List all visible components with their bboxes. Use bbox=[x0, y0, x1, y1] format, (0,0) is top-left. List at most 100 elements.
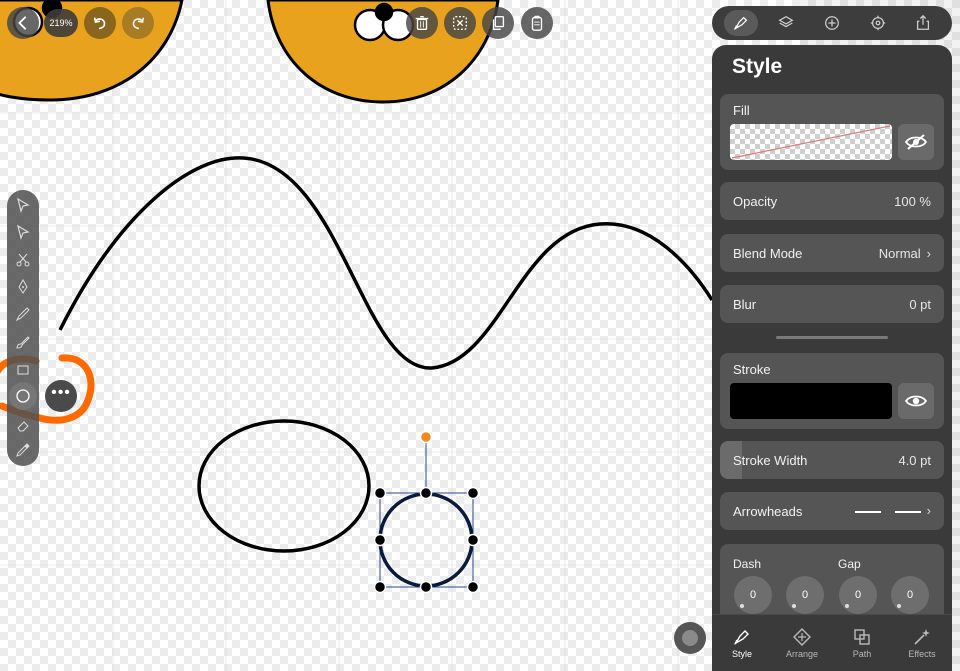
ellipse-shape[interactable] bbox=[197, 419, 371, 553]
ellipse-tool[interactable] bbox=[9, 382, 37, 410]
assistive-touch-button[interactable] bbox=[674, 622, 706, 654]
eyedropper-icon bbox=[16, 443, 30, 457]
ellipse-icon bbox=[16, 389, 30, 403]
deselect-icon bbox=[453, 16, 467, 30]
blend-mode-label: Blend Mode bbox=[733, 246, 803, 261]
tool-strip bbox=[7, 190, 39, 466]
zoom-level-badge[interactable]: 219% bbox=[44, 9, 78, 37]
delete-button[interactable] bbox=[406, 7, 438, 39]
arrange-icon bbox=[793, 628, 811, 646]
dash-label: Dash bbox=[733, 557, 762, 571]
gap-dial-1[interactable]: 0 bbox=[786, 576, 824, 614]
dash-dial-1[interactable]: 0 bbox=[734, 576, 772, 614]
effects-icon bbox=[914, 629, 930, 645]
brush-icon bbox=[16, 336, 30, 349]
select-icon bbox=[17, 197, 30, 213]
gap-dial-2[interactable]: 0 bbox=[891, 576, 929, 614]
dash-dial-1-value: 0 bbox=[749, 589, 757, 601]
direct-select-icon bbox=[17, 224, 30, 240]
chevron-right-icon: › bbox=[926, 503, 931, 518]
opacity-label: Opacity bbox=[733, 194, 778, 209]
brush-tool[interactable] bbox=[13, 332, 33, 352]
stroke-card[interactable]: Stroke bbox=[720, 353, 944, 429]
stroke-width-value: 4.0 pt bbox=[898, 453, 931, 468]
ellipsis-icon: ••• bbox=[51, 384, 71, 401]
stroke-label: Stroke bbox=[733, 362, 771, 377]
section-divider-handle[interactable] bbox=[776, 336, 888, 339]
dash-dial-2[interactable]: 0 bbox=[839, 576, 877, 614]
direct-select-tool[interactable] bbox=[13, 222, 33, 242]
fill-card[interactable]: Fill bbox=[720, 94, 944, 170]
tab-style-label: Style bbox=[731, 649, 752, 659]
fill-swatch[interactable] bbox=[730, 124, 892, 160]
rotation-handle[interactable] bbox=[419, 430, 433, 444]
arrowhead-end-line bbox=[894, 510, 921, 513]
pen-icon bbox=[18, 279, 28, 294]
back-button[interactable] bbox=[7, 7, 39, 39]
fill-visibility-toggle[interactable] bbox=[898, 124, 934, 160]
settings-panel-tab[interactable] bbox=[861, 10, 895, 36]
pencil-icon bbox=[15, 307, 30, 322]
blur-row[interactable]: Blur 0 pt bbox=[720, 285, 944, 323]
select-tool[interactable] bbox=[13, 195, 33, 215]
eraser-tool[interactable] bbox=[13, 416, 33, 436]
duplicate-icon bbox=[492, 16, 505, 30]
tab-effects[interactable]: Effects bbox=[894, 627, 950, 659]
eyedropper-tool[interactable] bbox=[13, 440, 33, 460]
add-panel-tab[interactable] bbox=[815, 10, 849, 36]
stroke-width-label: Stroke Width bbox=[733, 453, 808, 468]
tab-path-label: Path bbox=[852, 649, 872, 659]
blend-mode-row[interactable]: Blend Mode Normal › bbox=[720, 234, 944, 272]
pencil-tool[interactable] bbox=[13, 304, 33, 324]
arrowheads-row[interactable]: Arrowheads › bbox=[720, 492, 944, 530]
selection-handles[interactable] bbox=[373, 486, 480, 594]
deselect-button[interactable] bbox=[444, 7, 476, 39]
eye-icon bbox=[904, 395, 928, 407]
settings-icon bbox=[870, 15, 885, 31]
opacity-row[interactable]: Opacity 100 % bbox=[720, 182, 944, 220]
stroke-color-swatch[interactable] bbox=[730, 383, 892, 419]
scissors-tool[interactable] bbox=[13, 250, 33, 270]
duplicate-button[interactable] bbox=[482, 7, 514, 39]
clipboard-icon bbox=[531, 15, 543, 31]
eraser-icon bbox=[17, 421, 29, 432]
arrowhead-start-line bbox=[854, 510, 881, 513]
redo-button[interactable] bbox=[122, 7, 154, 39]
arrowheads-preview: › bbox=[841, 503, 931, 518]
shape-tool[interactable] bbox=[13, 360, 33, 380]
tab-style[interactable]: Style bbox=[714, 627, 770, 659]
selected-circle[interactable] bbox=[378, 437, 474, 588]
blend-mode-value-wrap: Normal › bbox=[879, 246, 931, 261]
layers-panel-tab[interactable] bbox=[769, 10, 803, 36]
delete-icon bbox=[415, 16, 429, 30]
tab-path[interactable]: Path bbox=[834, 627, 890, 659]
layers-icon bbox=[778, 15, 794, 28]
shape-icon bbox=[17, 365, 29, 375]
opacity-value: 100 % bbox=[894, 194, 931, 209]
clipboard-button[interactable] bbox=[521, 7, 553, 39]
stroke-visibility-toggle[interactable] bbox=[898, 383, 934, 419]
wave-curve[interactable] bbox=[58, 156, 714, 370]
chevron-right-icon: › bbox=[926, 246, 931, 261]
style-panel-tab[interactable] bbox=[723, 10, 758, 36]
undo-icon bbox=[93, 17, 106, 30]
tab-arrange-label: Arrange bbox=[785, 649, 819, 659]
blur-label: Blur bbox=[733, 297, 757, 312]
bottom-tab-bar: Style Arrange Path Effects bbox=[712, 614, 952, 671]
pen-tool[interactable] bbox=[13, 277, 33, 297]
gap-dial-1-value: 0 bbox=[801, 589, 809, 601]
scissors-icon bbox=[16, 253, 30, 267]
undo-button[interactable] bbox=[84, 7, 116, 39]
more-options-button[interactable]: ••• bbox=[45, 380, 77, 412]
assistive-touch-dot bbox=[682, 630, 698, 646]
tab-arrange[interactable]: Arrange bbox=[774, 627, 830, 659]
no-fill-slash bbox=[731, 125, 891, 159]
share-panel-tab[interactable] bbox=[906, 10, 940, 36]
blur-value: 0 pt bbox=[909, 297, 931, 312]
redo-icon bbox=[132, 17, 145, 30]
style-panel: Style Fill Opacity 100 % Blend Mode Norm… bbox=[712, 45, 952, 671]
tab-effects-label: Effects bbox=[908, 649, 936, 659]
dash-dial-2-value: 0 bbox=[854, 589, 862, 601]
fill-label: Fill bbox=[733, 103, 750, 118]
stroke-width-slider[interactable]: Stroke Width 4.0 pt bbox=[720, 441, 944, 479]
